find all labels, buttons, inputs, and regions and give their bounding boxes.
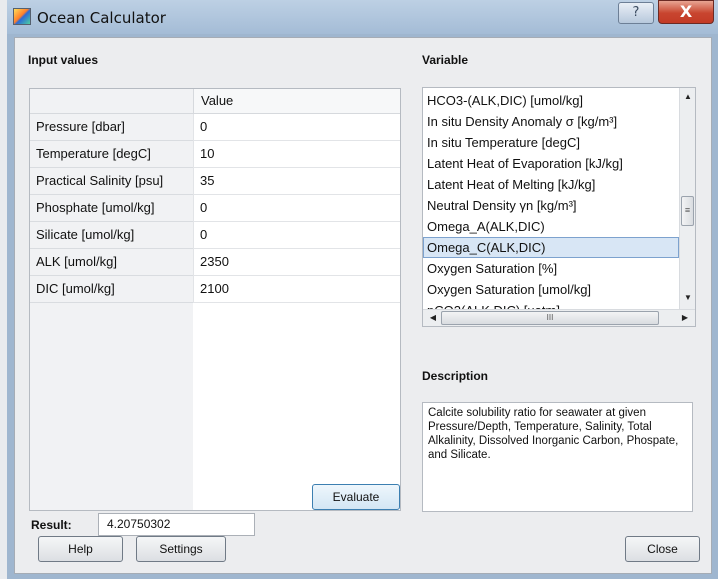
result-label: Result: [31, 518, 72, 532]
list-item-selected[interactable]: Omega_C(ALK,DIC) [423, 237, 679, 258]
row-label-phosphate: Phosphate [umol/kg] [30, 195, 193, 222]
scroll-down-arrow-icon[interactable]: ▼ [680, 291, 695, 305]
table-corner [30, 89, 193, 114]
table-row: DIC [umol/kg] 2100 [30, 276, 400, 303]
value-cell-pressure[interactable]: 0 [193, 114, 400, 141]
horizontal-scrollbar[interactable]: ◀ III ▶ [423, 309, 695, 326]
list-item[interactable]: In situ Temperature [degC] [423, 132, 679, 153]
window-close-button[interactable]: X [658, 0, 714, 24]
vertical-scroll-thumb[interactable]: ≡ [681, 196, 694, 226]
variable-list-items: HCO3-(ALK,DIC) [umol/kg] In situ Density… [423, 90, 679, 321]
list-item[interactable]: Omega_A(ALK,DIC) [423, 216, 679, 237]
row-label-silicate: Silicate [umol/kg] [30, 222, 193, 249]
list-item[interactable]: Neutral Density γn [kg/m³] [423, 195, 679, 216]
variable-list[interactable]: HCO3-(ALK,DIC) [umol/kg] In situ Density… [422, 87, 696, 327]
value-cell-alk[interactable]: 2350 [193, 249, 400, 276]
list-item[interactable]: Oxygen Saturation [%] [423, 258, 679, 279]
row-label-pressure: Pressure [dbar] [30, 114, 193, 141]
scroll-left-arrow-icon[interactable]: ◀ [425, 311, 441, 325]
list-item[interactable]: Oxygen Saturation [umol/kg] [423, 279, 679, 300]
help-button[interactable]: Help [38, 536, 123, 562]
dialog-body: Input values Value Pressure [dbar] 0 Tem… [14, 37, 712, 574]
value-cell-salinity[interactable]: 35 [193, 168, 400, 195]
row-label-salinity: Practical Salinity [psu] [30, 168, 193, 195]
value-column-header[interactable]: Value [193, 89, 400, 114]
row-label-temperature: Temperature [degC] [30, 141, 193, 168]
list-item[interactable]: HCO3-(ALK,DIC) [umol/kg] [423, 90, 679, 111]
list-item[interactable]: Latent Heat of Evaporation [kJ/kg] [423, 153, 679, 174]
table-row: Practical Salinity [psu] 35 [30, 168, 400, 195]
list-item[interactable]: In situ Density Anomaly σ [kg/m³] [423, 111, 679, 132]
window-title: Ocean Calculator [37, 9, 166, 27]
table-row: ALK [umol/kg] 2350 [30, 249, 400, 276]
table-row: Silicate [umol/kg] 0 [30, 222, 400, 249]
title-help-button[interactable]: ? [618, 2, 654, 24]
row-label-dic: DIC [umol/kg] [30, 276, 193, 303]
variable-heading: Variable [422, 53, 469, 67]
evaluate-button[interactable]: Evaluate [312, 484, 400, 510]
horizontal-scroll-thumb[interactable]: III [441, 311, 659, 325]
title-bar[interactable]: Ocean Calculator ? X [7, 0, 718, 34]
value-cell-dic[interactable]: 2100 [193, 276, 400, 303]
ocean-calculator-window: Ocean Calculator ? X Input values Value … [7, 0, 718, 579]
settings-button[interactable]: Settings [136, 536, 226, 562]
row-label-alk: ALK [umol/kg] [30, 249, 193, 276]
input-values-table: Value Pressure [dbar] 0 Temperature [deg… [29, 88, 401, 511]
value-cell-temperature[interactable]: 10 [193, 141, 400, 168]
table-row: Temperature [degC] 10 [30, 141, 400, 168]
description-heading: Description [422, 369, 489, 383]
value-cell-phosphate[interactable]: 0 [193, 195, 400, 222]
vertical-scrollbar[interactable]: ▲ ≡ ▼ [679, 88, 695, 309]
description-text: Calcite solubility ratio for seawater at… [422, 402, 693, 512]
list-item[interactable]: Latent Heat of Melting [kJ/kg] [423, 174, 679, 195]
app-icon [13, 8, 31, 25]
result-field[interactable]: 4.20750302 [98, 513, 255, 536]
scroll-right-arrow-icon[interactable]: ▶ [677, 311, 693, 325]
value-cell-silicate[interactable]: 0 [193, 222, 400, 249]
scroll-up-arrow-icon[interactable]: ▲ [680, 90, 695, 104]
table-row: Phosphate [umol/kg] 0 [30, 195, 400, 222]
close-button[interactable]: Close [625, 536, 700, 562]
table-row: Pressure [dbar] 0 [30, 114, 400, 141]
input-values-heading: Input values [28, 53, 99, 67]
